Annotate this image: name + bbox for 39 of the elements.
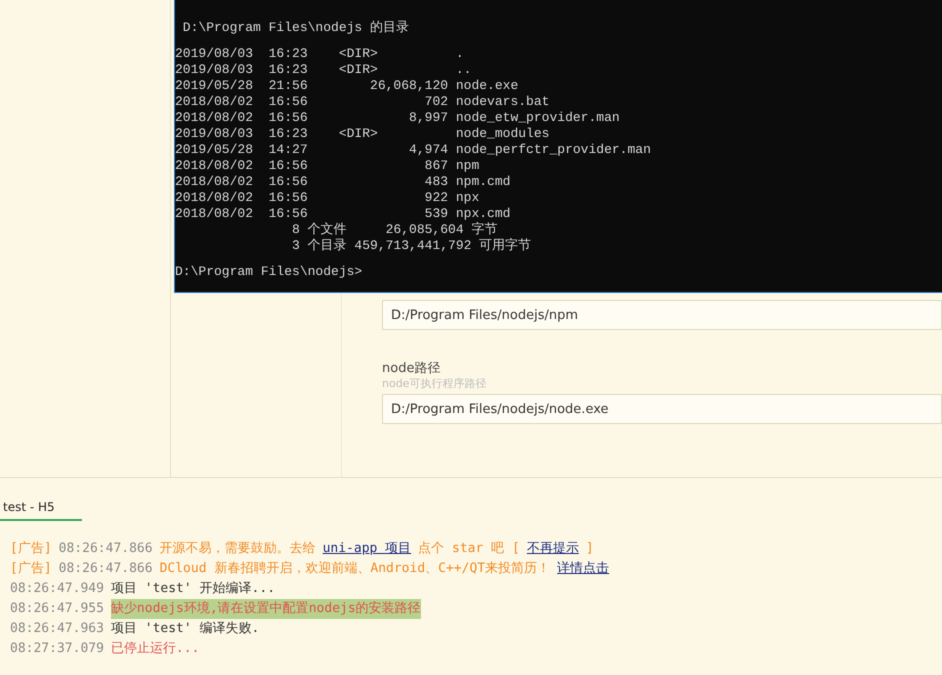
timestamp: 08:27:37.079 bbox=[10, 640, 104, 658]
terminal-prompt: D:\Program Files\nodejs> bbox=[175, 264, 364, 280]
error-highlight: 缺少nodejs环境,请在设置中配置nodejs的安装路径 bbox=[110, 599, 421, 619]
terminal-line: 2018/08/02 16:56 8,997 node_etw_provider.man bbox=[175, 110, 621, 126]
terminal-heading: D:\Program Files\nodejs 的目录 bbox=[182, 20, 410, 36]
terminal-line: 2019/05/28 21:56 26,068,120 node.exe bbox=[175, 78, 520, 94]
path-input[interactable]: D:/Program Files/nodejs/npm bbox=[382, 300, 942, 330]
timestamp: 08:26:47.866 bbox=[58, 540, 153, 558]
ad-text: ] bbox=[586, 540, 594, 558]
terminal-line: 2019/05/28 14:27 4,974 node_perfctr_provider.man bbox=[175, 142, 652, 158]
terminal-line: 2018/08/02 16:56 539 npx.cmd bbox=[175, 206, 512, 222]
path-input[interactable]: D:/Program Files/nodejs/node.exe bbox=[382, 394, 942, 424]
terminal-line: 2019/08/03 16:23 <DIR> .. bbox=[175, 62, 472, 78]
ad-text: 开源不易，需要鼓励。去给 bbox=[160, 540, 316, 558]
timestamp: 08:26:47.963 bbox=[10, 620, 104, 638]
terminal-line: 8 个文件 26,085,604 字节 bbox=[291, 222, 498, 238]
ad-text: [广告] bbox=[10, 540, 52, 558]
terminal-line: 2018/08/02 16:56 922 npx bbox=[175, 190, 480, 206]
field-hint: node可执行程序路径 bbox=[382, 377, 488, 391]
log-link[interactable]: 详情点击 bbox=[557, 559, 610, 579]
terminal-line: 2019/08/03 16:23 <DIR> node_modules bbox=[175, 126, 550, 142]
terminal-line: 2019/08/03 16:23 <DIR> . bbox=[175, 46, 465, 62]
error-text: 已停止运行... bbox=[110, 640, 200, 658]
log-link[interactable]: 不再提示 bbox=[526, 539, 579, 559]
terminal-line: 2018/08/02 16:56 867 npm bbox=[175, 158, 480, 174]
timestamp: 08:26:47.866 bbox=[58, 560, 153, 578]
log-text: 项目 'test' 编译失败. bbox=[110, 620, 260, 638]
terminal-line: 3 个目录 459,713,441,792 可用字节 bbox=[291, 238, 532, 254]
log-link[interactable]: uni-app 项目 bbox=[322, 539, 412, 559]
ad-text: DCloud 新春招聘开启，欢迎前端、Android、C++/QT来投简历！ bbox=[160, 560, 550, 578]
console-tab[interactable]: test - H5 bbox=[0, 498, 82, 521]
terminal-line: 2018/08/02 16:56 483 npm.cmd bbox=[175, 174, 512, 190]
field-label: node路径 bbox=[382, 360, 442, 377]
ad-text: [广告] bbox=[10, 560, 52, 578]
timestamp: 08:26:47.949 bbox=[10, 580, 104, 598]
terminal-line: 2018/08/02 16:56 702 nodevars.bat bbox=[175, 94, 550, 110]
ad-text: 点个 star 吧 [ bbox=[418, 540, 520, 558]
timestamp: 08:26:47.955 bbox=[10, 600, 104, 618]
log-text: 项目 'test' 开始编译... bbox=[110, 580, 276, 598]
